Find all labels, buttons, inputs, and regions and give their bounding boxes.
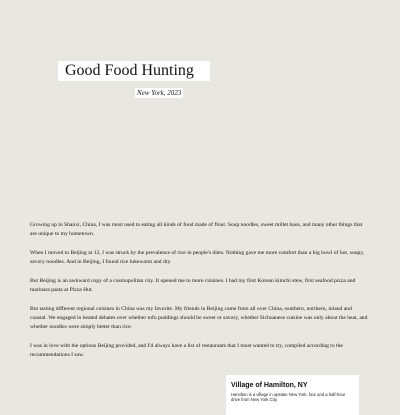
article-paragraph: Growing up in Shanxi, China, I was most … [30,222,363,237]
article-body: Growing up in Shanxi, China, I was most … [30,221,368,370]
article-paragraph: I was in love with the options Beijing p… [30,343,343,358]
article-paragraph: But Beijing is an awkward copy of a cosm… [30,278,356,293]
location-date-subtitle: New York, 2023 [135,88,184,98]
location-card-text: Hamilton is a village in upstate New Yor… [231,392,346,402]
title-box: Good Food Hunting [58,61,210,81]
article-paragraph: When I moved to Beijing at 12, I was str… [30,250,365,265]
page-title: Good Food Hunting [65,62,194,79]
location-card-title: Village of Hamilton, NY [231,382,308,389]
location-card: Village of Hamilton, NY Hamilton is a vi… [226,375,359,415]
article-paragraph: But tasting different regional cuisines … [30,306,368,330]
